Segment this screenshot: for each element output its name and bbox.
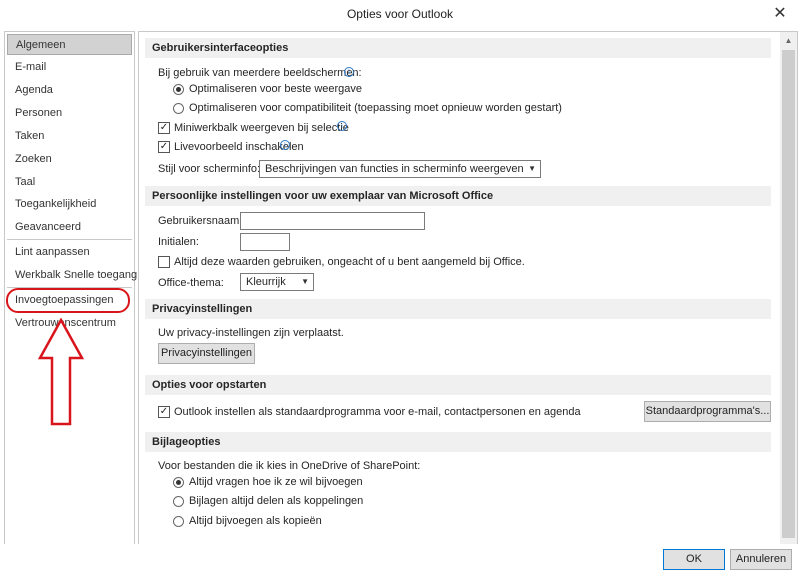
radio-share-links-label[interactable]: Bijlagen altijd delen als koppelingen bbox=[189, 495, 363, 507]
multi-screen-label: Bij gebruik van meerdere beeldschermen: bbox=[158, 67, 362, 79]
radio-share-links[interactable] bbox=[173, 496, 184, 507]
section-header-privacy: Privacyinstellingen bbox=[145, 299, 771, 319]
screentip-style-select[interactable]: Beschrijvingen van functies in scherminf… bbox=[259, 160, 541, 178]
sidebar-item-algemeen[interactable]: Algemeen bbox=[7, 34, 132, 55]
privacy-settings-button[interactable]: Privacyinstellingen bbox=[158, 343, 255, 364]
initials-field[interactable] bbox=[240, 233, 290, 251]
scrollbar-thumb[interactable] bbox=[782, 50, 795, 538]
default-program-label[interactable]: Outlook instellen als standaardprogramma… bbox=[174, 406, 581, 418]
section-header-startup: Opties voor opstarten bbox=[145, 375, 771, 395]
ok-button[interactable]: OK bbox=[663, 549, 725, 570]
attachment-intro: Voor bestanden die ik kies in OneDrive o… bbox=[158, 460, 421, 472]
sidebar-item-email[interactable]: E-mail bbox=[7, 57, 132, 78]
checkbox-mini-toolbar[interactable]: ✓ bbox=[158, 122, 170, 134]
sidebar-item-taal[interactable]: Taal bbox=[7, 172, 132, 193]
radio-optimize-best[interactable] bbox=[173, 84, 184, 95]
radio-optimize-compat[interactable] bbox=[173, 103, 184, 114]
sidebar-item-geavanceerd[interactable]: Geavanceerd bbox=[7, 217, 132, 238]
radio-optimize-compat-label[interactable]: Optimaliseren voor compatibiliteit (toep… bbox=[189, 102, 562, 114]
chevron-down-icon: ▼ bbox=[301, 277, 309, 286]
username-label: Gebruikersnaam: bbox=[158, 215, 243, 227]
close-icon[interactable]: ✕ bbox=[770, 4, 790, 24]
checkbox-always-use-values[interactable] bbox=[158, 256, 170, 268]
radio-attach-copies[interactable] bbox=[173, 516, 184, 527]
always-use-values-label[interactable]: Altijd deze waarden gebruiken, ongeacht … bbox=[174, 256, 525, 268]
sidebar-item-toegankelijkheid[interactable]: Toegankelijkheid bbox=[7, 194, 132, 215]
sidebar-item-lint-aanpassen[interactable]: Lint aanpassen bbox=[7, 242, 132, 263]
annotation-highlight-oval bbox=[6, 288, 130, 313]
info-icon: i bbox=[337, 121, 347, 131]
chevron-down-icon: ▼ bbox=[528, 164, 536, 173]
radio-always-ask[interactable] bbox=[173, 477, 184, 488]
sidebar-item-agenda[interactable]: Agenda bbox=[7, 80, 132, 101]
section-header-ui: Gebruikersinterfaceopties bbox=[145, 38, 771, 58]
office-theme-value: Kleurrijk bbox=[246, 276, 286, 288]
window-title: Opties voor Outlook bbox=[346, 7, 454, 21]
checkbox-default-program[interactable]: ✓ bbox=[158, 406, 170, 418]
dialog-footer: OK Annuleren bbox=[0, 544, 800, 576]
screentip-style-label: Stijl voor scherminfo: bbox=[158, 163, 261, 175]
section-header-attachments: Bijlageopties bbox=[145, 432, 771, 452]
privacy-moved-text: Uw privacy-instellingen zijn verplaatst. bbox=[158, 327, 344, 339]
section-header-personal: Persoonlijke instellingen voor uw exempl… bbox=[145, 186, 771, 206]
title-bar: Opties voor Outlook ✕ bbox=[0, 0, 800, 28]
vertical-scrollbar[interactable]: ▲ bbox=[780, 32, 797, 545]
sidebar-item-werkbalk-snelle-toegang[interactable]: Werkbalk Snelle toegang bbox=[7, 265, 137, 286]
scroll-up-icon[interactable]: ▲ bbox=[780, 32, 797, 49]
radio-attach-copies-label[interactable]: Altijd bijvoegen als kopieën bbox=[189, 515, 322, 527]
mini-toolbar-label[interactable]: Miniwerkbalk weergeven bij selectie bbox=[174, 122, 349, 134]
info-icon: i bbox=[344, 67, 354, 77]
cancel-button[interactable]: Annuleren bbox=[730, 549, 792, 570]
checkbox-live-preview[interactable]: ✓ bbox=[158, 141, 170, 153]
info-icon: i bbox=[280, 140, 290, 150]
office-theme-select[interactable]: Kleurrijk ▼ bbox=[240, 273, 314, 291]
office-theme-label: Office-thema: bbox=[158, 277, 224, 289]
annotation-up-arrow-icon bbox=[37, 318, 85, 426]
initials-label: Initialen: bbox=[158, 236, 199, 248]
sidebar-divider bbox=[7, 239, 132, 240]
default-programs-button[interactable]: Standaardprogramma's... bbox=[644, 401, 771, 422]
sidebar-item-taken[interactable]: Taken bbox=[7, 126, 132, 147]
radio-optimize-best-label[interactable]: Optimaliseren voor beste weergave bbox=[189, 83, 362, 95]
username-field[interactable] bbox=[240, 212, 425, 230]
radio-always-ask-label[interactable]: Altijd vragen hoe ik ze wil bijvoegen bbox=[189, 476, 363, 488]
sidebar-item-zoeken[interactable]: Zoeken bbox=[7, 149, 132, 170]
options-panel: Gebruikersinterfaceopties Bij gebruik va… bbox=[138, 31, 798, 546]
sidebar-item-personen[interactable]: Personen bbox=[7, 103, 132, 124]
screentip-style-value: Beschrijvingen van functies in scherminf… bbox=[265, 163, 524, 175]
